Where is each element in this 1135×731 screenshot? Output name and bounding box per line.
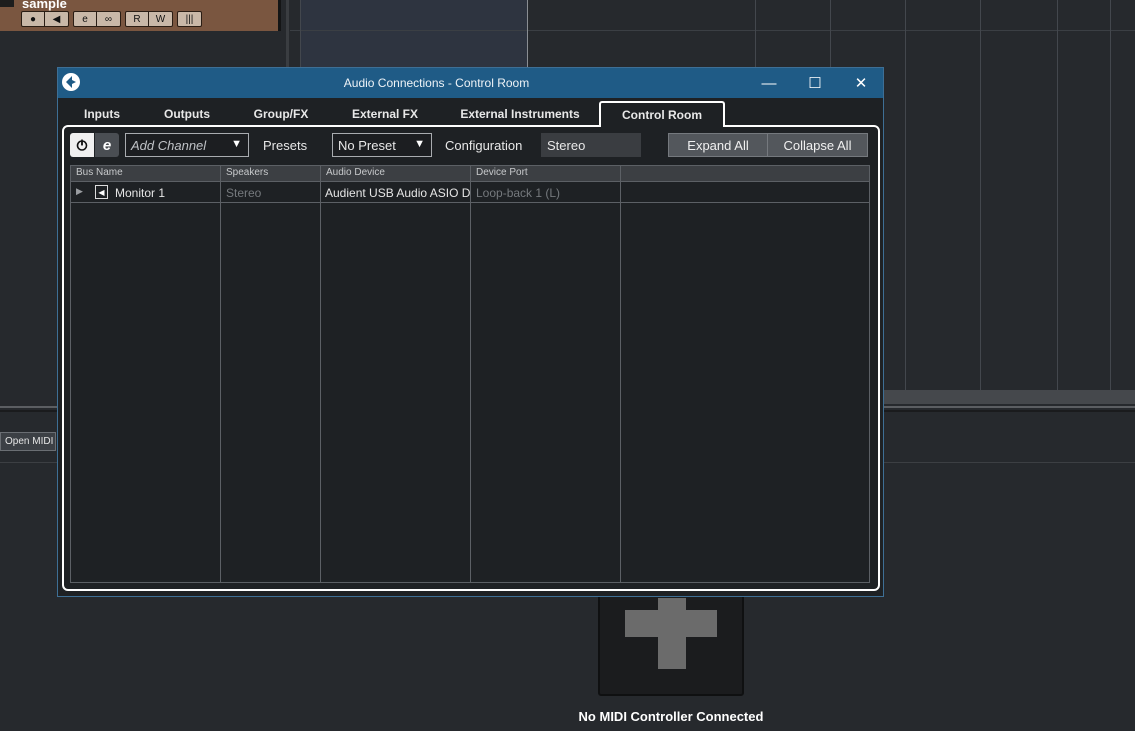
grid-line [980,0,981,390]
column-separator[interactable] [620,166,621,582]
horizontal-scrollbar[interactable] [884,390,1135,404]
column-separator[interactable] [470,166,471,582]
track-header[interactable]: sample ● ◀ e ∞ R W ||| [0,0,278,31]
tab-external-instruments[interactable]: External Instruments [446,101,594,127]
grid-line-horizontal [290,30,1135,31]
preset-dropdown[interactable]: No Preset ▼ [332,133,432,157]
maximize-button[interactable]: ☐ [792,68,838,98]
dropdown-arrow-icon: ▼ [231,138,242,150]
add-channel-dropdown[interactable]: Add Channel ▼ [125,133,249,157]
grid-line [1110,0,1111,390]
speaker-icon: ◀ [95,185,108,199]
connections-table: Bus Name Speakers Audio Device Device Po… [70,165,870,583]
edit-channel-button[interactable]: e [74,12,97,26]
write-automation-button[interactable]: W [149,12,172,26]
open-midi-button[interactable]: Open MIDI [0,432,56,451]
track-color-swatch [0,0,14,7]
speakers-cell[interactable]: Stereo [226,186,316,200]
control-room-panel: e Add Channel ▼ Presets No Preset ▼ Conf… [62,125,880,591]
lanes-button[interactable]: ||| [178,12,201,26]
tab-inputs[interactable]: Inputs [66,101,138,127]
link-button[interactable]: ∞ [97,12,120,26]
audio-connections-dialog: Audio Connections - Control Room — ☐ ✕ I… [57,67,884,597]
plus-icon-bar [625,610,717,637]
expand-all-button[interactable]: Expand All [668,133,768,157]
tab-outputs[interactable]: Outputs [148,101,226,127]
tab-bar: Inputs Outputs Group/FX External FX Exte… [58,101,883,127]
tab-external-fx[interactable]: External FX [336,101,434,127]
minimize-button[interactable]: — [746,68,792,98]
record-enable-button[interactable]: ● [22,12,45,26]
panel-toolbar: e Add Channel ▼ Presets No Preset ▼ Conf… [64,127,878,163]
presets-label: Presets [263,138,308,153]
configuration-value: Stereo [541,133,641,157]
preset-value: No Preset [338,137,396,153]
edit-icon: e [102,136,112,154]
expand-arrow-icon[interactable]: ▶ [76,186,83,197]
tab-control-room[interactable]: Control Room [599,101,725,127]
device-port-cell[interactable]: Loop-back 1 (L) [476,186,616,200]
column-header-bus-name[interactable]: Bus Name [76,167,123,178]
column-header-device-port[interactable]: Device Port [476,167,528,178]
add-channel-label: Add Channel [131,137,207,153]
track-name: sample [22,0,67,11]
arrangement-selection [300,0,528,68]
power-button[interactable] [70,133,94,157]
tab-group-fx[interactable]: Group/FX [238,101,324,127]
column-header-audio-device[interactable]: Audio Device [326,167,385,178]
audio-device-cell[interactable]: Audient USB Audio ASIO Dr [325,186,470,200]
close-button[interactable]: ✕ [838,68,884,98]
column-header-speakers[interactable]: Speakers [226,167,268,178]
monitor-button[interactable]: ◀ [45,12,68,26]
configuration-label: Configuration [445,138,523,153]
bus-name-cell[interactable]: Monitor 1 [115,186,215,200]
grid-line [905,0,906,390]
dropdown-arrow-icon: ▼ [414,138,425,150]
track-controls: ● ◀ e ∞ R W ||| [21,11,202,27]
dialog-title: Audio Connections - Control Room [343,76,530,90]
table-row[interactable]: ▶ ◀ Monitor 1 Stereo Audient USB Audio A… [71,183,869,203]
read-automation-button[interactable]: R [126,12,149,26]
column-separator[interactable] [220,166,221,582]
edit-button[interactable]: e [95,133,119,157]
grid-line [1057,0,1058,390]
track-divider [278,0,281,31]
column-separator[interactable] [320,166,321,582]
dialog-titlebar[interactable]: Audio Connections - Control Room — ☐ ✕ [58,68,883,98]
collapse-all-button[interactable]: Collapse All [767,133,868,157]
midi-controller-label: No MIDI Controller Connected [578,709,764,724]
power-icon [76,139,88,151]
